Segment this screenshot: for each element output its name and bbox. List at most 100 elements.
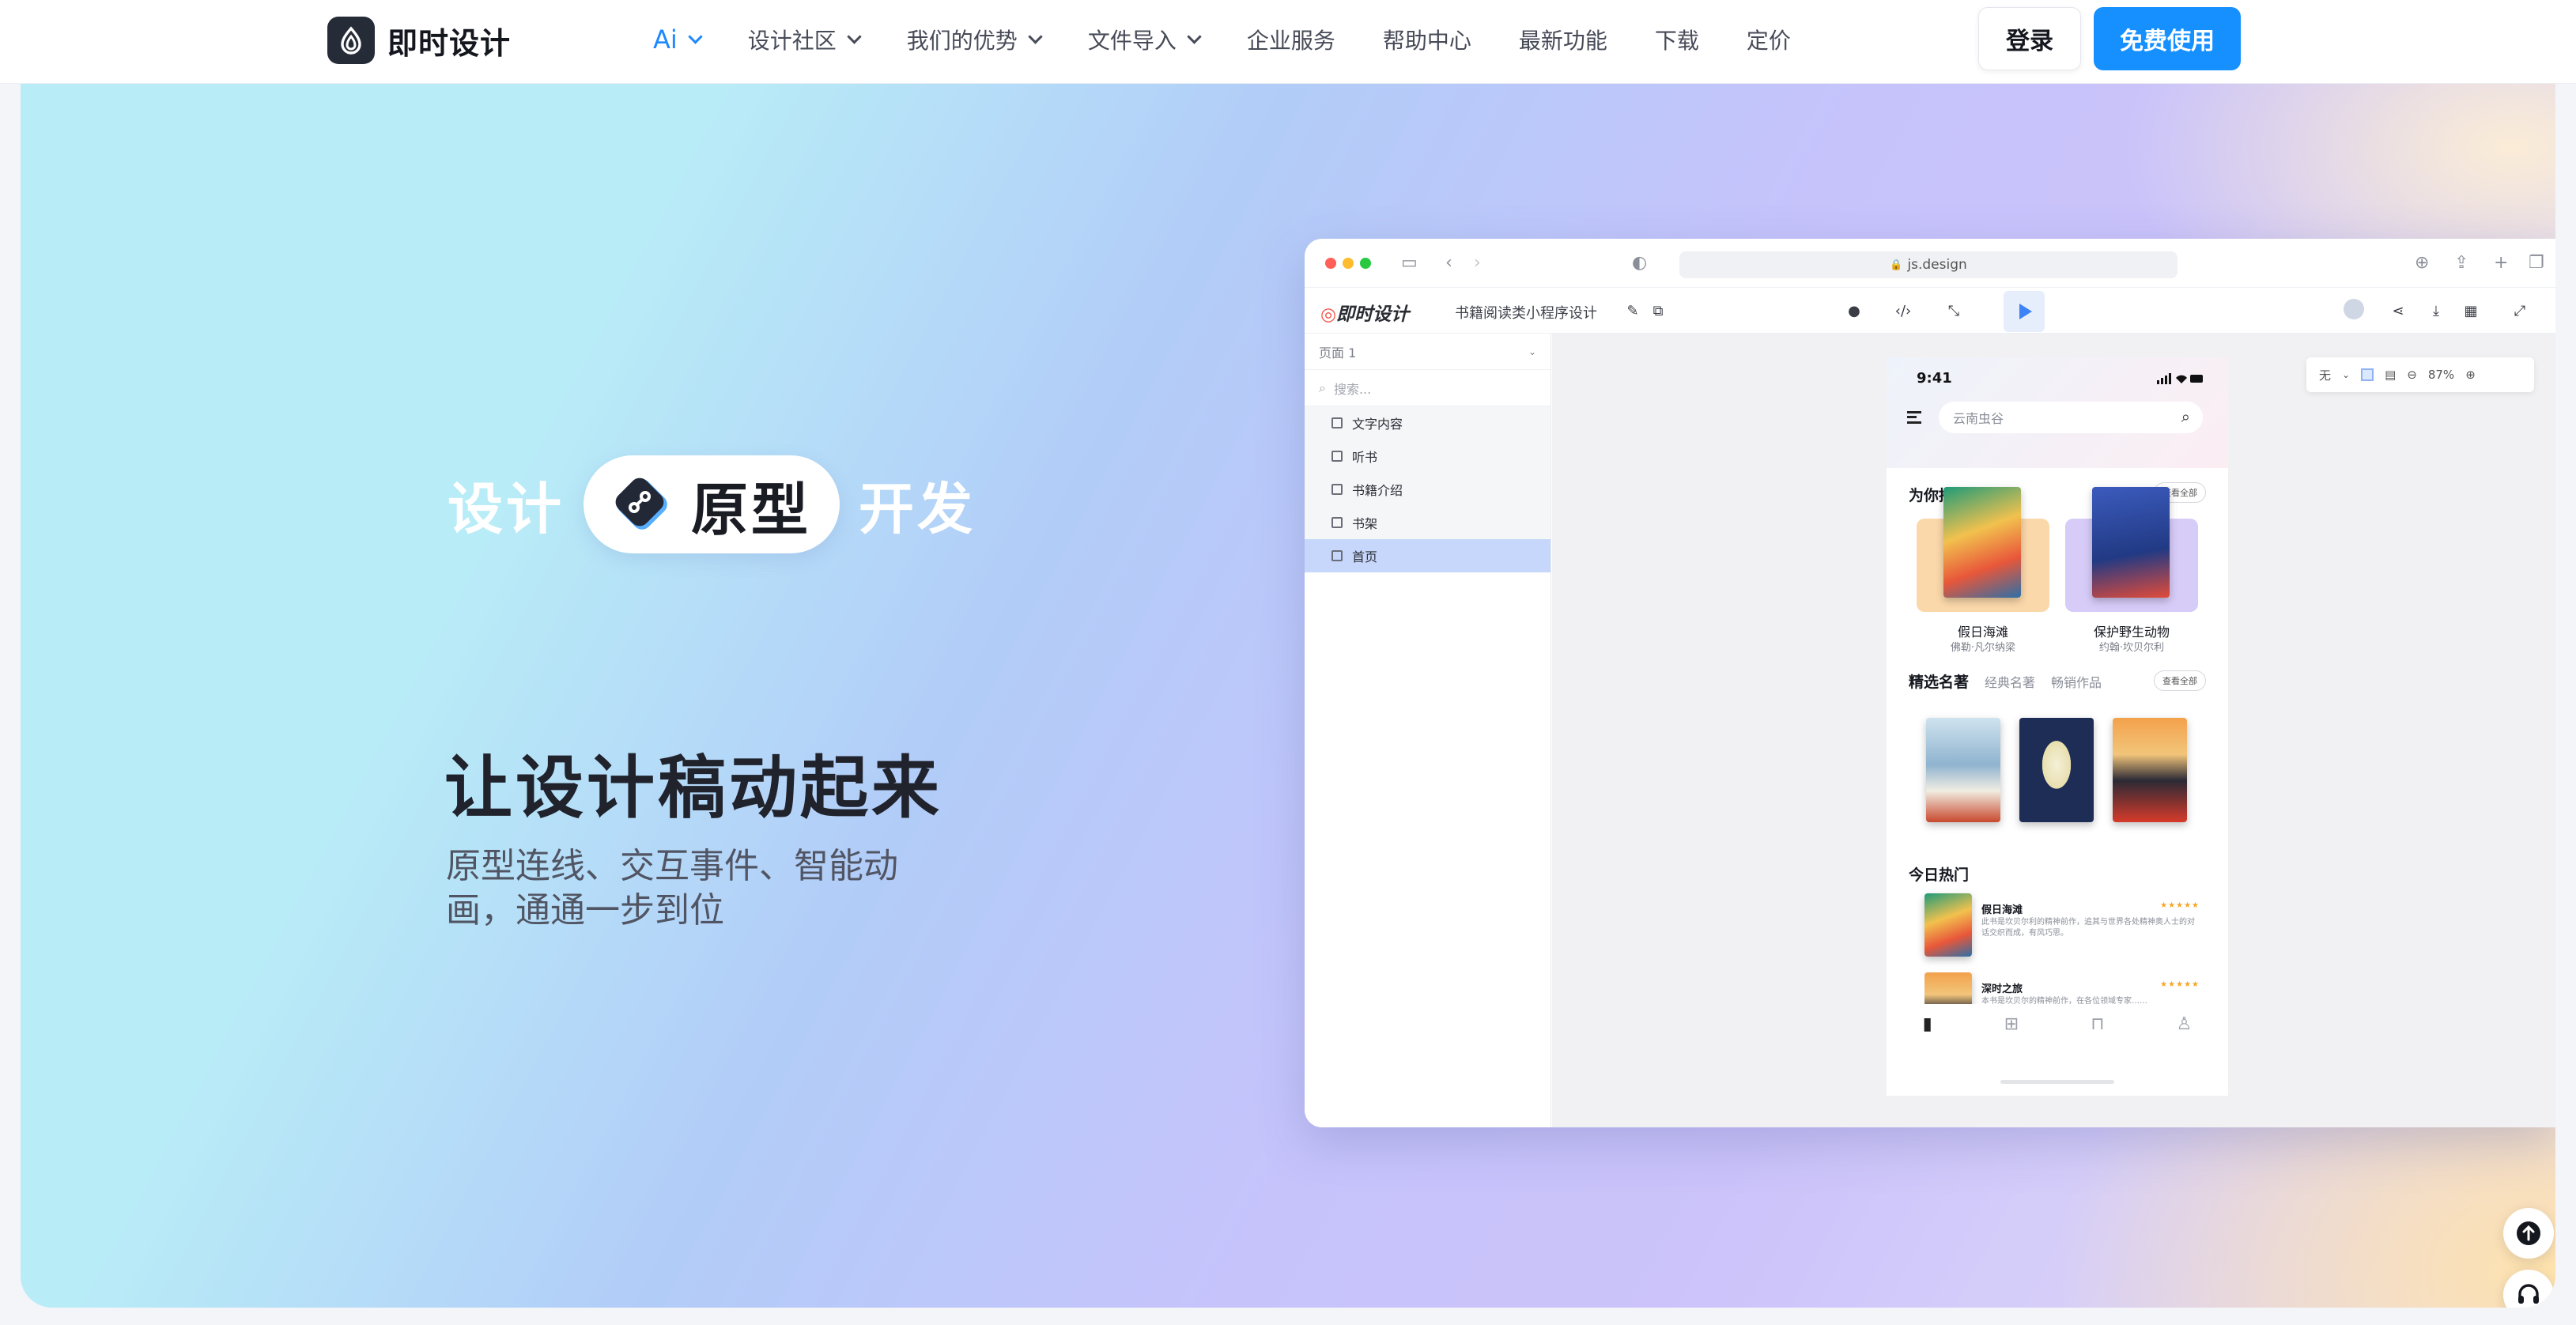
hot-item-title: 深时之旅 xyxy=(1981,983,2023,995)
chevron-down-icon xyxy=(1187,29,1202,44)
tag-prototype-pill: 原型 xyxy=(584,455,840,553)
book-thumbnail xyxy=(1924,893,1972,957)
hot-list-item: 假日海滩 ★★★★★ 此书是坎贝尔利的精神前作，追其与世界各处精神奥人士的对话交… xyxy=(1924,893,2206,957)
chevron-down-icon xyxy=(1028,29,1043,44)
layer-list: 文字内容 听书 书籍介绍 书架 首页 xyxy=(1305,406,1551,572)
hot-list-item: 深时之旅 ★★★★★ 本书是坎贝尔的精神前作，在各位领域专家…… xyxy=(1924,972,2206,1004)
signal-wifi-battery-icon xyxy=(2157,373,2203,384)
headset-icon xyxy=(2518,1284,2539,1304)
back-arrow-icon: ‹ xyxy=(1445,253,1452,273)
frame-icon xyxy=(1331,550,1343,561)
phone-search-bar: 云南虫谷 ⌕ xyxy=(1939,402,2203,433)
chevron-down-icon: ⌄ xyxy=(1528,345,1536,357)
browser-mockup: ▭ ‹ › ◐ 🔒 js.design ⊕ ⇪ + ❐ ◎即时设计 书籍阅读类小… xyxy=(1305,239,2555,1127)
nav-item-label: 企业服务 xyxy=(1246,28,1335,54)
shield-icon: ◐ xyxy=(1632,253,1648,273)
phone-status-icons xyxy=(2157,373,2204,384)
phone-time: 9:41 xyxy=(1917,370,1952,387)
prototype-link-icon xyxy=(610,473,674,536)
nav-item-advantages[interactable]: 我们的优势 xyxy=(906,24,1043,55)
home-indicator xyxy=(2000,1080,2114,1084)
search-icon: ⌕ xyxy=(1319,379,1326,395)
phone-tab-bar: ▮ ⊞ ⊓ ♙ xyxy=(1887,1006,2228,1042)
fullscreen-icon: ⤢ xyxy=(2514,302,2526,319)
hot-item-title: 假日海滩 xyxy=(1981,904,2023,916)
book-cover-winter-sports xyxy=(1926,718,2000,822)
nav-item-enterprise[interactable]: 企业服务 xyxy=(1247,24,1335,55)
tab-classics: 经典名著 xyxy=(1985,675,2036,690)
free-trial-button[interactable]: 免费使用 xyxy=(2094,7,2241,70)
lock-icon: 🔒 xyxy=(1890,259,1903,271)
phone-prototype: 9:41 云南虫谷 ⌕ 为你推荐 查看全部 假日海滩 佛勒·凡尔纳梁 保护野生动… xyxy=(1887,357,2228,1096)
hero-section: 设计 原型 开发 让设计稿动起来 原型连线、交互事件、智能动 画，通通一步到位 xyxy=(21,84,2555,1308)
hero-subtitle-line: 画，通通一步到位 xyxy=(446,890,724,931)
layers-panel: 页面 1 ⌄ ⌕ 搜索... 文字内容 听书 书籍介绍 书架 首页 xyxy=(1305,334,1551,1127)
keyboard-icon: ▤ xyxy=(2385,368,2397,382)
phone-search-text: 云南虫谷 xyxy=(1953,411,2004,426)
category-tabs: 精选名著 经典名著 畅销作品 xyxy=(1909,670,2102,692)
top-navigation: 即时设计 Ai 设计社区 我们的优势 文件导入 企业服务 帮助中心 最新功能 下… xyxy=(0,0,2576,84)
edit-pen-icon: ✎ xyxy=(1626,302,1639,319)
layer-item-selected: 首页 xyxy=(1305,539,1551,572)
login-button[interactable]: 登录 xyxy=(1978,7,2081,70)
arrow-up-icon xyxy=(2517,1221,2540,1245)
address-bar: 🔒 js.design xyxy=(1679,251,2178,278)
book-cover-wildlife xyxy=(2092,487,2170,598)
avatar xyxy=(2344,299,2364,319)
layer-item: 书籍介绍 xyxy=(1305,473,1551,506)
back-to-top-button[interactable] xyxy=(2503,1208,2554,1259)
brand-logo[interactable]: 即时设计 xyxy=(327,17,511,64)
tag-design: 设计 xyxy=(448,476,565,542)
share-icon: ⋖ xyxy=(2392,302,2404,319)
zoom-toolbar: 无 ⌄ ▤ ⊖ 87% ⊕ xyxy=(2306,357,2534,392)
nav-item-community[interactable]: 设计社区 xyxy=(747,24,862,55)
brand-name: 即时设计 xyxy=(387,25,512,61)
profile-icon: ♙ xyxy=(2176,1014,2193,1034)
tab-bestsellers: 畅销作品 xyxy=(2051,675,2102,690)
nav-item-pricing[interactable]: 定价 xyxy=(1747,24,1791,55)
layer-item-label: 听书 xyxy=(1352,450,1378,465)
prototype-connect-icon: ⤡ xyxy=(1947,302,1960,319)
window-close-dot xyxy=(1325,258,1336,269)
hero-subtitle: 原型连线、交互事件、智能动 画，通通一步到位 xyxy=(446,844,936,933)
tabs-overview-icon: ❐ xyxy=(2529,253,2544,273)
hero-tagline: 设计 原型 开发 xyxy=(448,455,976,553)
download-icon: ⊕ xyxy=(2415,253,2430,273)
nav-item-label: 我们的优势 xyxy=(906,28,1018,54)
layer-item-label: 文字内容 xyxy=(1352,417,1403,432)
book-title: 保护野生动物 xyxy=(2093,625,2170,640)
layout-icon: ▦ xyxy=(2464,302,2478,319)
editor-toolbar: ◎即时设计 书籍阅读类小程序设计 ✎ ⧉ ● ‹/› ⤡ ⋖ ⤓ ▦ ⤢ xyxy=(1305,288,2555,334)
comment-icon: ● xyxy=(1848,302,1860,319)
nav-item-ai[interactable]: Ai xyxy=(653,25,703,55)
nav-item-file-import[interactable]: 文件导入 xyxy=(1088,24,1202,55)
layer-item-label: 书架 xyxy=(1352,516,1378,531)
nav-links: Ai 设计社区 我们的优势 文件导入 企业服务 帮助中心 最新功能 下载 定价 xyxy=(653,0,1838,79)
nav-item-help[interactable]: 帮助中心 xyxy=(1383,24,1471,55)
color-swatch-icon xyxy=(2361,368,2374,381)
layer-search-placeholder: 搜索... xyxy=(1333,381,1372,397)
layer-item-label: 首页 xyxy=(1352,549,1378,564)
hot-today-heading: 今日热门 xyxy=(1909,866,1970,884)
customer-support-button[interactable] xyxy=(2503,1270,2554,1308)
tag-prototype: 原型 xyxy=(691,476,812,543)
window-minimize-dot xyxy=(1343,258,1354,269)
nav-item-download[interactable]: 下载 xyxy=(1655,24,1699,55)
book-cover-holiday-beach xyxy=(1943,487,2021,598)
nav-item-label: 设计社区 xyxy=(747,28,837,54)
hot-item-desc: 此书是坎贝尔利的精神前作，追其与世界各处精神奥人士的对话交织而成，有风巧思。 xyxy=(1981,918,2195,938)
hero-subtitle-line: 原型连线、交互事件、智能动 xyxy=(446,846,898,886)
tab-featured: 精选名著 xyxy=(1909,674,1970,691)
nav-item-label: 最新功能 xyxy=(1518,28,1607,54)
rating-stars-icon: ★★★★★ xyxy=(2160,901,2200,910)
export-icon: ⤓ xyxy=(2433,302,2439,319)
book-title: 假日海滩 xyxy=(1957,625,2008,640)
nav-item-new-features[interactable]: 最新功能 xyxy=(1519,24,1607,55)
chevron-down-icon xyxy=(688,29,703,44)
nav-item-label: 定价 xyxy=(1746,28,1791,54)
layer-search: ⌕ 搜索... xyxy=(1305,370,1551,406)
bookmark-icon: ⊓ xyxy=(2091,1014,2105,1034)
components-icon: ⧉ xyxy=(1652,302,1664,319)
brand-logo-icon xyxy=(327,17,375,64)
book-cover-fire xyxy=(2113,718,2187,822)
